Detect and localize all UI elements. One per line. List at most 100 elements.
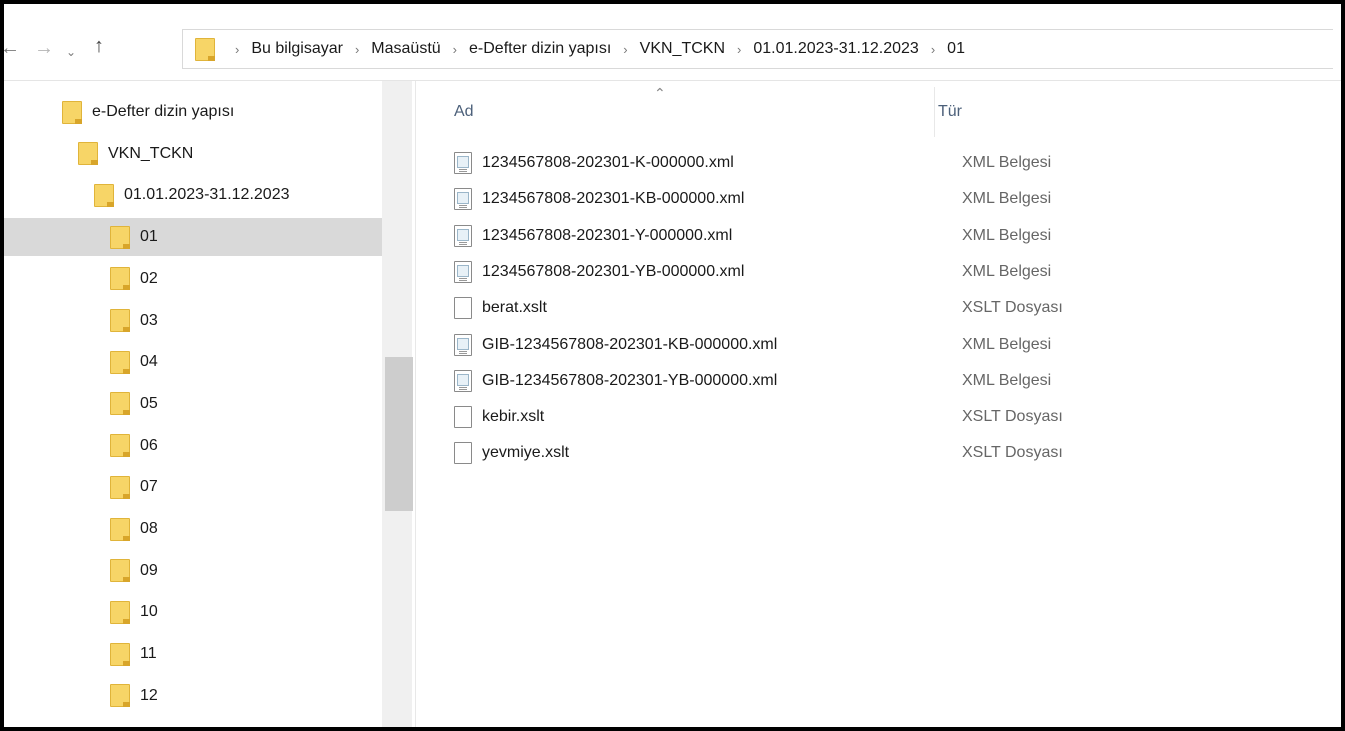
file-type: XML Belgesi xyxy=(962,226,1052,244)
tree-item-label: 01.01.2023-31.12.2023 xyxy=(124,186,290,204)
tree-item-label: 02 xyxy=(140,269,158,287)
tree-item-label: 04 xyxy=(140,353,158,371)
column-header-type[interactable]: Tür xyxy=(938,81,962,143)
xml-file-icon xyxy=(454,152,472,174)
scrollbar-thumb[interactable] xyxy=(385,357,413,511)
explorer-window: ← → ⌄ ↑ › Bu bilgisayar › Masaüstü › e-Defter… xyxy=(0,0,1345,731)
recent-locations-chevron-icon[interactable]: ⌄ xyxy=(66,42,76,62)
folder-icon xyxy=(110,684,130,708)
tree-item[interactable]: 09 xyxy=(4,552,382,590)
file-row[interactable]: berat.xslt XSLT Dosyası xyxy=(454,290,1254,326)
file-type: XSLT Dosyası xyxy=(962,299,1063,317)
tree-item-label: 01 xyxy=(140,228,158,246)
breadcrumb-item[interactable]: Bu bilgisayar xyxy=(251,40,343,58)
tree-item-label: 09 xyxy=(140,561,158,579)
breadcrumb-separator-icon[interactable]: › xyxy=(235,42,239,57)
xml-file-icon xyxy=(454,188,472,211)
address-toolbar: ← → ⌄ ↑ › Bu bilgisayar › Masaüstü › e-Defter… xyxy=(4,4,1341,81)
file-row[interactable]: 1234567808-202301-K-000000.xml XML Belges… xyxy=(454,145,1254,181)
sort-ascending-icon: ⌃ xyxy=(654,85,666,101)
blank-file-icon xyxy=(454,406,472,429)
column-header-name[interactable]: Ad xyxy=(454,81,474,143)
tree-item[interactable]: 01 xyxy=(4,218,382,257)
file-name: yevmiye.xslt xyxy=(482,444,570,462)
file-type: XML Belgesi xyxy=(962,335,1052,353)
tree-item[interactable]: 07 xyxy=(4,468,382,506)
tree-item-label: 05 xyxy=(140,394,158,412)
tree-item[interactable]: 03 xyxy=(4,302,382,340)
breadcrumb-separator-icon[interactable]: › xyxy=(737,42,741,57)
file-list: ⌃ Ad Tür 1234567808-202301-K-000000.xml X… xyxy=(416,81,1341,727)
file-type: XML Belgesi xyxy=(962,190,1052,208)
folder-icon xyxy=(195,37,215,61)
address-bar[interactable]: › Bu bilgisayar › Masaüstü › e-Defter dizin y… xyxy=(182,29,1333,69)
tree-item-label: 10 xyxy=(140,603,158,621)
tree-item[interactable]: e-Defter dizin yapısı xyxy=(4,93,382,131)
folder-icon xyxy=(62,100,82,124)
file-name: 1234567808-202301-KB-000000.xml xyxy=(482,190,745,208)
file-row[interactable]: GIB-1234567808-202301-YB-000000.xml XML B… xyxy=(454,363,1254,399)
tree-item[interactable]: 12 xyxy=(4,677,382,715)
breadcrumb-item[interactable]: e-Defter dizin yapısı xyxy=(469,40,611,58)
file-name: GIB-1234567808-202301-KB-000000.xml xyxy=(482,335,778,353)
tree-item-label: 07 xyxy=(140,478,158,496)
back-arrow-icon[interactable]: ← xyxy=(4,38,20,58)
navigation-scrollbar[interactable] xyxy=(382,81,413,727)
tree-item-label: e-Defter dizin yapısı xyxy=(92,103,235,120)
tree-item[interactable]: 10 xyxy=(4,593,382,631)
file-type: XML Belgesi xyxy=(962,262,1052,280)
folder-icon xyxy=(110,392,130,416)
file-row[interactable]: yevmiye.xslt XSLT Dosyası xyxy=(454,435,1254,471)
tree-item[interactable]: 01.01.2023-31.12.2023 xyxy=(4,176,382,214)
tree-item-label: 06 xyxy=(140,436,158,454)
up-arrow-icon[interactable]: ↑ xyxy=(94,36,104,56)
xml-file-icon xyxy=(454,224,472,247)
folder-icon xyxy=(110,225,130,249)
file-type: XML Belgesi xyxy=(962,371,1052,389)
navigation-pane: e-Defter dizin yapısı VKN_TCKN 01.01.2023-… xyxy=(4,81,382,727)
blank-file-icon xyxy=(454,442,472,465)
file-row[interactable]: 1234567808-202301-Y-000000.xml XML Belges… xyxy=(454,218,1254,254)
folder-icon xyxy=(78,142,98,166)
file-type: XML Belgesi xyxy=(962,154,1052,171)
breadcrumb-item[interactable]: 01.01.2023-31.12.2023 xyxy=(753,40,918,58)
breadcrumb-item[interactable]: 01 xyxy=(947,40,965,58)
tree-item-label: 03 xyxy=(140,311,158,329)
file-type: XSLT Dosyası xyxy=(962,444,1063,462)
xml-file-icon xyxy=(454,260,472,283)
folder-icon xyxy=(110,350,130,374)
tree-item[interactable]: 06 xyxy=(4,427,382,465)
column-divider[interactable] xyxy=(934,87,935,137)
folder-icon xyxy=(110,600,130,624)
xml-file-icon xyxy=(454,369,472,392)
file-row[interactable]: 1234567808-202301-YB-000000.xml XML Belge… xyxy=(454,254,1254,290)
blank-file-icon xyxy=(454,297,472,320)
file-name: GIB-1234567808-202301-YB-000000.xml xyxy=(482,371,778,389)
tree-item-label: 08 xyxy=(140,520,158,537)
breadcrumb-separator-icon[interactable]: › xyxy=(931,42,935,57)
tree-item[interactable]: 11 xyxy=(4,635,382,673)
breadcrumb-separator-icon[interactable]: › xyxy=(623,42,627,57)
tree-item-label: 12 xyxy=(140,686,158,704)
folder-icon xyxy=(110,642,130,666)
folder-icon xyxy=(110,517,130,541)
file-name: 1234567808-202301-K-000000.xml xyxy=(482,154,734,171)
tree-item[interactable]: 02 xyxy=(4,260,382,298)
tree-item[interactable]: 04 xyxy=(4,343,382,381)
file-row[interactable]: kebir.xslt XSLT Dosyası xyxy=(454,399,1254,435)
breadcrumb-separator-icon[interactable]: › xyxy=(453,42,457,57)
file-name: 1234567808-202301-Y-000000.xml xyxy=(482,226,733,244)
file-name: berat.xslt xyxy=(482,299,547,317)
breadcrumb-item[interactable]: VKN_TCKN xyxy=(640,40,725,58)
folder-icon xyxy=(94,183,114,207)
file-row[interactable]: GIB-1234567808-202301-KB-000000.xml XML B… xyxy=(454,327,1254,363)
file-row[interactable]: 1234567808-202301-KB-000000.xml XML Belge… xyxy=(454,181,1254,217)
tree-item-label: VKN_TCKN xyxy=(108,144,194,162)
forward-arrow-icon[interactable]: → xyxy=(34,38,54,58)
tree-item[interactable]: 08 xyxy=(4,510,382,548)
breadcrumb-item[interactable]: Masaüstü xyxy=(371,40,440,58)
folder-icon xyxy=(110,559,130,583)
tree-item[interactable]: VKN_TCKN xyxy=(4,135,382,173)
breadcrumb-separator-icon[interactable]: › xyxy=(355,42,359,57)
tree-item[interactable]: 05 xyxy=(4,385,382,423)
